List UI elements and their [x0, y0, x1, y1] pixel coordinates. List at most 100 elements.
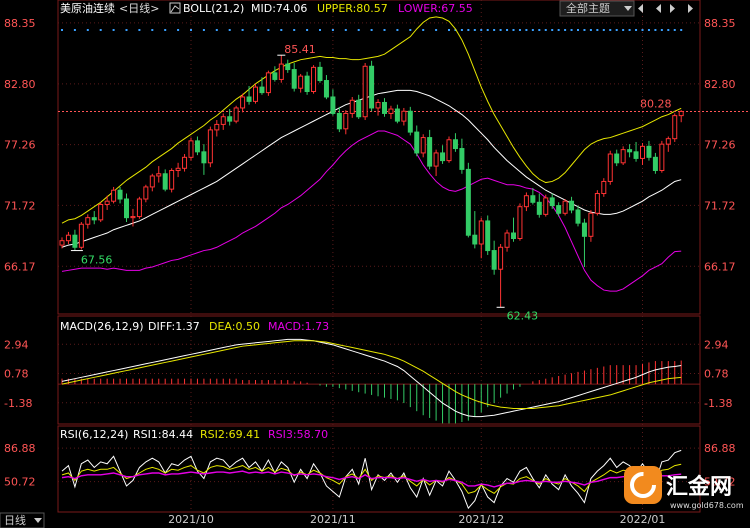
candle-up [253, 86, 258, 102]
last-price-label: 80.28 [640, 97, 672, 110]
candle-up [156, 173, 162, 177]
signal-dot [660, 29, 663, 31]
boll-upper-line [61, 16, 682, 224]
signal-dot [331, 29, 334, 31]
theme-button-label: 全部主题 [566, 1, 610, 15]
candle-up [620, 149, 626, 164]
arrow-right-icon[interactable] [670, 4, 675, 13]
signal-dot [448, 29, 450, 31]
candle-down [627, 149, 633, 153]
signal-dot [383, 29, 386, 31]
signal-dot-row [61, 29, 683, 31]
candle-down [633, 151, 639, 159]
candle-up [214, 123, 220, 131]
candle-down [427, 137, 433, 167]
candle-up [175, 167, 181, 171]
signal-dot [396, 29, 399, 31]
arrow-left-icon-2[interactable] [656, 4, 661, 13]
candle-down [124, 198, 129, 219]
x-tick-label: 2021/10 [168, 513, 214, 526]
candle-down [581, 222, 587, 237]
candle-down [336, 112, 342, 130]
x-axis-labels: 2021/10 2021/11 2021/12 2022/01 [168, 513, 665, 526]
signal-dot [506, 29, 509, 31]
low-label: 62.43 [507, 309, 538, 322]
candle-down [291, 69, 297, 89]
rsi-ytick-left: 50.72 [4, 476, 36, 489]
candle-down [394, 108, 400, 122]
candle-down [330, 96, 336, 114]
theme-button[interactable]: 全部主题 [559, 0, 635, 17]
signal-dot [202, 29, 205, 31]
candle-down [491, 250, 497, 270]
period-button[interactable]: 日线 [0, 512, 45, 528]
price-ytick-left: 71.72 [4, 199, 36, 212]
signal-dot [615, 29, 618, 31]
candle-down [304, 75, 310, 93]
candle-down [536, 201, 542, 215]
candle-down [285, 63, 291, 71]
candle-down [414, 131, 420, 154]
candle-down [72, 234, 78, 248]
candle-up [388, 108, 394, 114]
candle-up [136, 198, 142, 218]
price-ytick-right: 88.35 [704, 17, 736, 30]
macd-header: MACD(26,12,9) DIFF:1.37 DEA:0.50 MACD:1.… [60, 320, 329, 333]
high-label: 85.41 [284, 43, 316, 56]
candle-up [65, 234, 71, 242]
signal-dot [357, 29, 360, 31]
macd-diff-value: DIFF:1.37 [148, 320, 200, 333]
signal-dot [138, 29, 141, 31]
price-ytick-left: 77.26 [4, 139, 36, 152]
signal-dot [628, 29, 631, 31]
watermark-url: www.gold678.com [670, 501, 744, 510]
signal-dot [306, 29, 309, 31]
signal-dot [370, 29, 373, 31]
signal-dot [609, 29, 612, 31]
candle-down [369, 65, 375, 109]
candle-up [130, 216, 136, 219]
arrow-left-icon[interactable] [638, 4, 643, 13]
instrument-name: 美原油连续 [60, 1, 115, 15]
candle-up [665, 138, 671, 145]
chart-canvas: 88.35 88.35 82.80 82.80 77.26 77.26 71.72 71.72… [0, 0, 750, 528]
candle-up [149, 175, 155, 188]
candle-up [85, 217, 91, 225]
signal-dot [460, 29, 463, 31]
signal-dot [241, 29, 244, 31]
signal-dot [125, 29, 128, 31]
signal-dot [654, 29, 657, 31]
candle-up [523, 195, 529, 208]
candle-down [530, 195, 536, 203]
price-ytick-right: 77.26 [704, 139, 736, 152]
signal-dot [557, 29, 560, 31]
candle-down [485, 220, 491, 252]
candle-down [259, 86, 265, 94]
candle-down [194, 140, 200, 153]
candle-up [233, 107, 239, 122]
candle-down [382, 101, 387, 114]
candle-down [117, 189, 123, 200]
candle-up [265, 72, 271, 94]
candle-down [472, 234, 478, 245]
candle-up [278, 63, 284, 80]
candle-down [452, 139, 458, 150]
candle-up [594, 193, 600, 214]
rsi3-value: RSI3:58.70 [268, 428, 328, 441]
candle-up [59, 240, 65, 246]
candle-up [504, 232, 510, 248]
candle-up [240, 96, 246, 109]
price-ytick-left: 88.35 [4, 17, 36, 30]
macd-dea-line [61, 340, 682, 409]
candle-up [298, 75, 304, 89]
boll-bands [61, 16, 682, 292]
candle-down [465, 168, 471, 236]
arrow-right-icon-2[interactable] [688, 4, 693, 13]
signal-dot [493, 29, 496, 31]
x-tick-label: 2021/11 [310, 513, 356, 526]
candles [59, 55, 684, 308]
rsi-ytick-right: 86.88 [704, 442, 736, 455]
signal-dot [647, 29, 650, 31]
candle-down [459, 148, 465, 170]
candle-down [511, 232, 516, 239]
